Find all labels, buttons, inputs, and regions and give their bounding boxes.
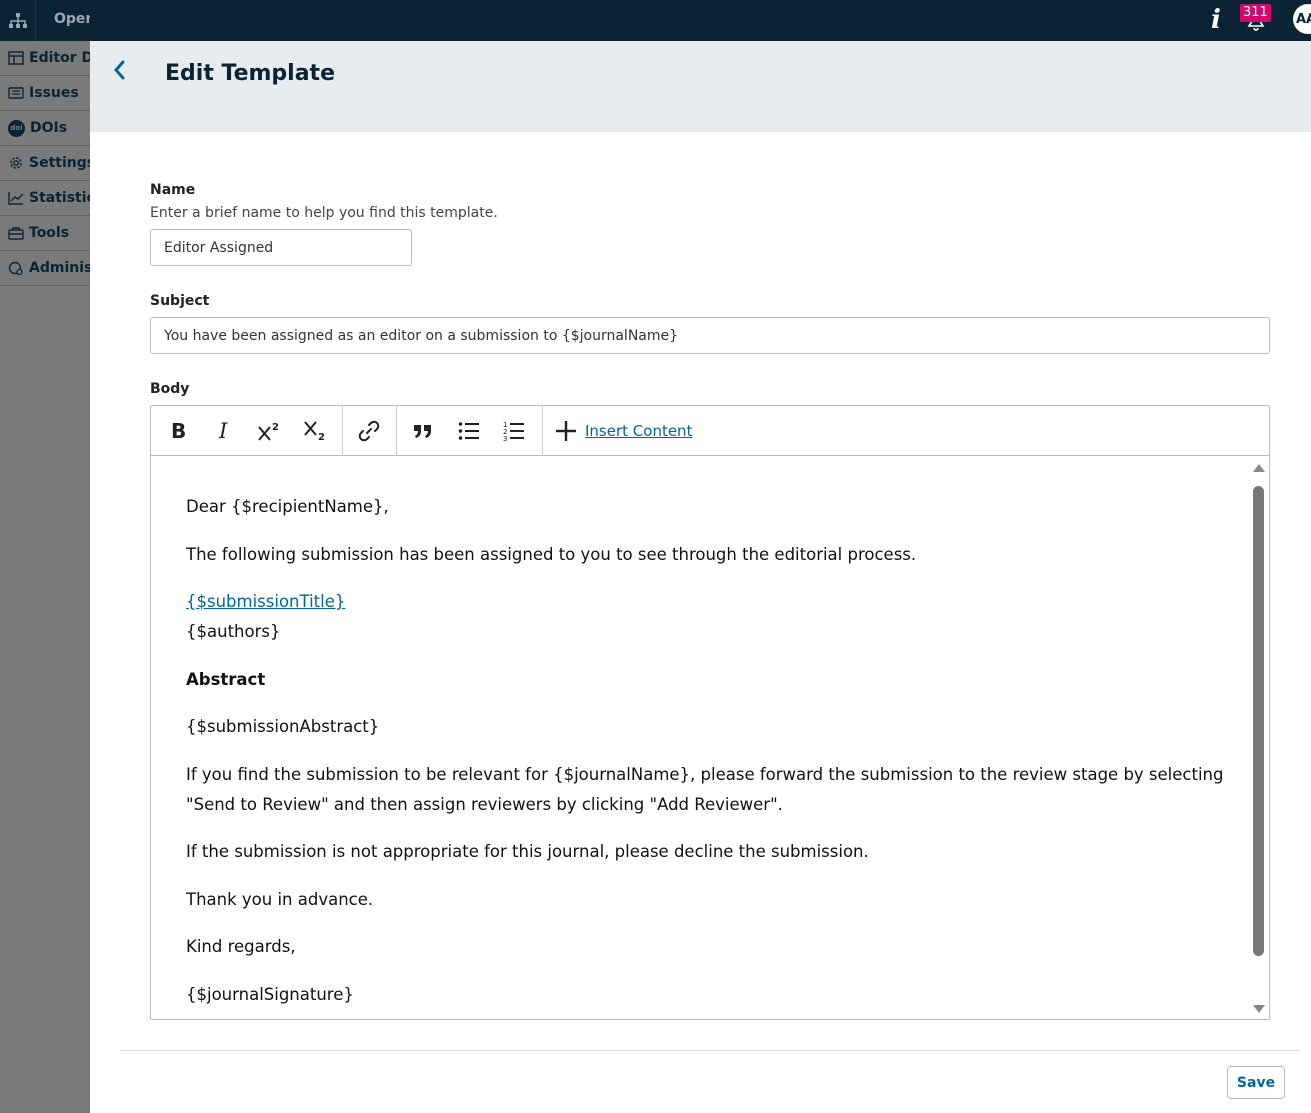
settings-icon — [10, 157, 22, 169]
sidebar-item-label: Statistics — [29, 190, 90, 206]
doi-icon: doi — [8, 119, 25, 137]
svg-text:B: B — [171, 421, 186, 441]
svg-text:3: 3 — [503, 435, 507, 442]
body-abstract: {$submissionAbstract} — [186, 717, 380, 736]
subscript-icon: 2 — [304, 421, 325, 442]
sidebar-item-label: Issues — [29, 85, 79, 101]
sidebar-item-tools[interactable]: Tools — [0, 216, 90, 251]
abstract-heading: Abstract — [186, 670, 266, 689]
submission-title-link[interactable]: {$submissionTitle} — [186, 587, 345, 617]
name-label: Name — [150, 182, 196, 198]
save-button[interactable]: Save — [1227, 1066, 1285, 1099]
app-topbar: Open Journal Systems — [0, 0, 90, 41]
body-intro: The following submission has been assign… — [186, 545, 917, 564]
sidebar-item-statistics[interactable]: Statistics — [0, 181, 90, 216]
name-description: Enter a brief name to help you find this… — [150, 205, 498, 221]
context-name[interactable]: Open Journal Systems — [54, 11, 90, 27]
scrollbar-thumb[interactable] — [1253, 486, 1264, 956]
bullet-list-button[interactable] — [452, 414, 486, 448]
body-relevance-line1: If you find the submission to be relevan… — [186, 765, 1224, 784]
scroll-down-arrow-icon[interactable] — [1253, 1005, 1265, 1013]
sidebar-item-label: DOIs — [30, 120, 68, 136]
body-regards: Kind regards, — [186, 937, 296, 956]
bullet-list-icon — [458, 422, 479, 440]
administration-icon — [8, 261, 23, 276]
dashboard-icon — [8, 51, 24, 65]
body-decline: If the submission is not appropriate for… — [186, 842, 869, 861]
subject-label: Subject — [150, 293, 210, 309]
superscript-button[interactable]: 2 — [253, 414, 287, 448]
body-relevance-line2: "Send to Review" and then assign reviewe… — [186, 795, 783, 814]
modal-topbar: i 311 AA — [90, 0, 1311, 41]
toolbar-divider — [542, 406, 543, 456]
sidebar-item-issues[interactable]: Issues — [0, 76, 90, 111]
body-greeting: Dear {$recipientName}, — [186, 497, 389, 516]
plus-icon — [556, 421, 576, 441]
modal-header: Edit Template — [90, 41, 1311, 132]
subject-input[interactable]: You have been assigned as an editor on a… — [150, 317, 1270, 354]
numbered-list-icon: 123 — [503, 421, 524, 442]
sidebar-item-editor-dashboard[interactable]: Editor Dashboard — [0, 41, 90, 76]
footer-divider — [120, 1050, 1300, 1051]
name-input[interactable]: Editor Assigned — [150, 229, 412, 266]
bold-icon: B — [171, 421, 186, 441]
sidebar-item-dois[interactable]: doi DOIs — [0, 111, 90, 146]
numbered-list-button[interactable]: 123 — [497, 414, 531, 448]
sidebar-item-label: Administration — [29, 260, 90, 276]
insert-content-button[interactable]: Insert Content — [555, 414, 692, 448]
svg-text:2: 2 — [318, 432, 325, 442]
link-button[interactable] — [352, 414, 386, 448]
svg-text:I: I — [218, 421, 228, 441]
toolbar-divider — [396, 406, 397, 456]
notifications-button[interactable]: 311 — [1240, 4, 1271, 34]
info-icon[interactable]: i — [1211, 5, 1221, 35]
link-icon — [358, 420, 380, 442]
user-avatar[interactable]: AA — [1293, 4, 1311, 34]
issues-icon — [8, 87, 24, 99]
blockquote-button[interactable] — [406, 414, 440, 448]
modal-title: Edit Template — [165, 61, 335, 86]
superscript-icon: 2 — [258, 422, 279, 441]
sidebar-item-settings[interactable]: Settings — [0, 146, 90, 181]
body-label: Body — [150, 381, 190, 397]
italic-icon: I — [218, 421, 228, 441]
toolbar-divider — [342, 406, 343, 456]
body-thanks: Thank you in advance. — [186, 890, 374, 909]
sidebar-item-label: Settings — [29, 155, 90, 171]
italic-button[interactable]: I — [207, 414, 241, 448]
sidebar-item-administration[interactable]: Administration — [0, 251, 90, 286]
chevron-left-icon — [114, 60, 125, 80]
editor-scrollbar[interactable] — [1251, 464, 1267, 1019]
insert-content-label: Insert Content — [585, 422, 693, 440]
scroll-up-arrow-icon[interactable] — [1253, 464, 1265, 472]
statistics-icon — [8, 192, 24, 205]
sidebar-item-label: Editor Dashboard — [29, 50, 90, 66]
sidebar: Editor Dashboard Issues doi DOIs Setting… — [0, 41, 90, 1113]
quote-icon — [414, 425, 431, 438]
body-authors: {$authors} — [186, 622, 281, 641]
notification-count-badge: 311 — [1240, 4, 1271, 22]
site-switcher-icon[interactable] — [0, 0, 36, 41]
body-editor[interactable]: B I 2 2 123 Insert Content Dear {$recipi… — [150, 405, 1270, 1020]
tools-icon — [8, 227, 24, 240]
subscript-button[interactable]: 2 — [299, 414, 333, 448]
sidebar-item-label: Tools — [29, 225, 70, 241]
back-button[interactable] — [108, 55, 130, 85]
svg-text:2: 2 — [272, 422, 279, 433]
editor-toolbar: B I 2 2 123 Insert Content — [151, 406, 1269, 456]
body-signature: {$journalSignature} — [186, 985, 354, 1004]
bold-button[interactable]: B — [161, 414, 195, 448]
